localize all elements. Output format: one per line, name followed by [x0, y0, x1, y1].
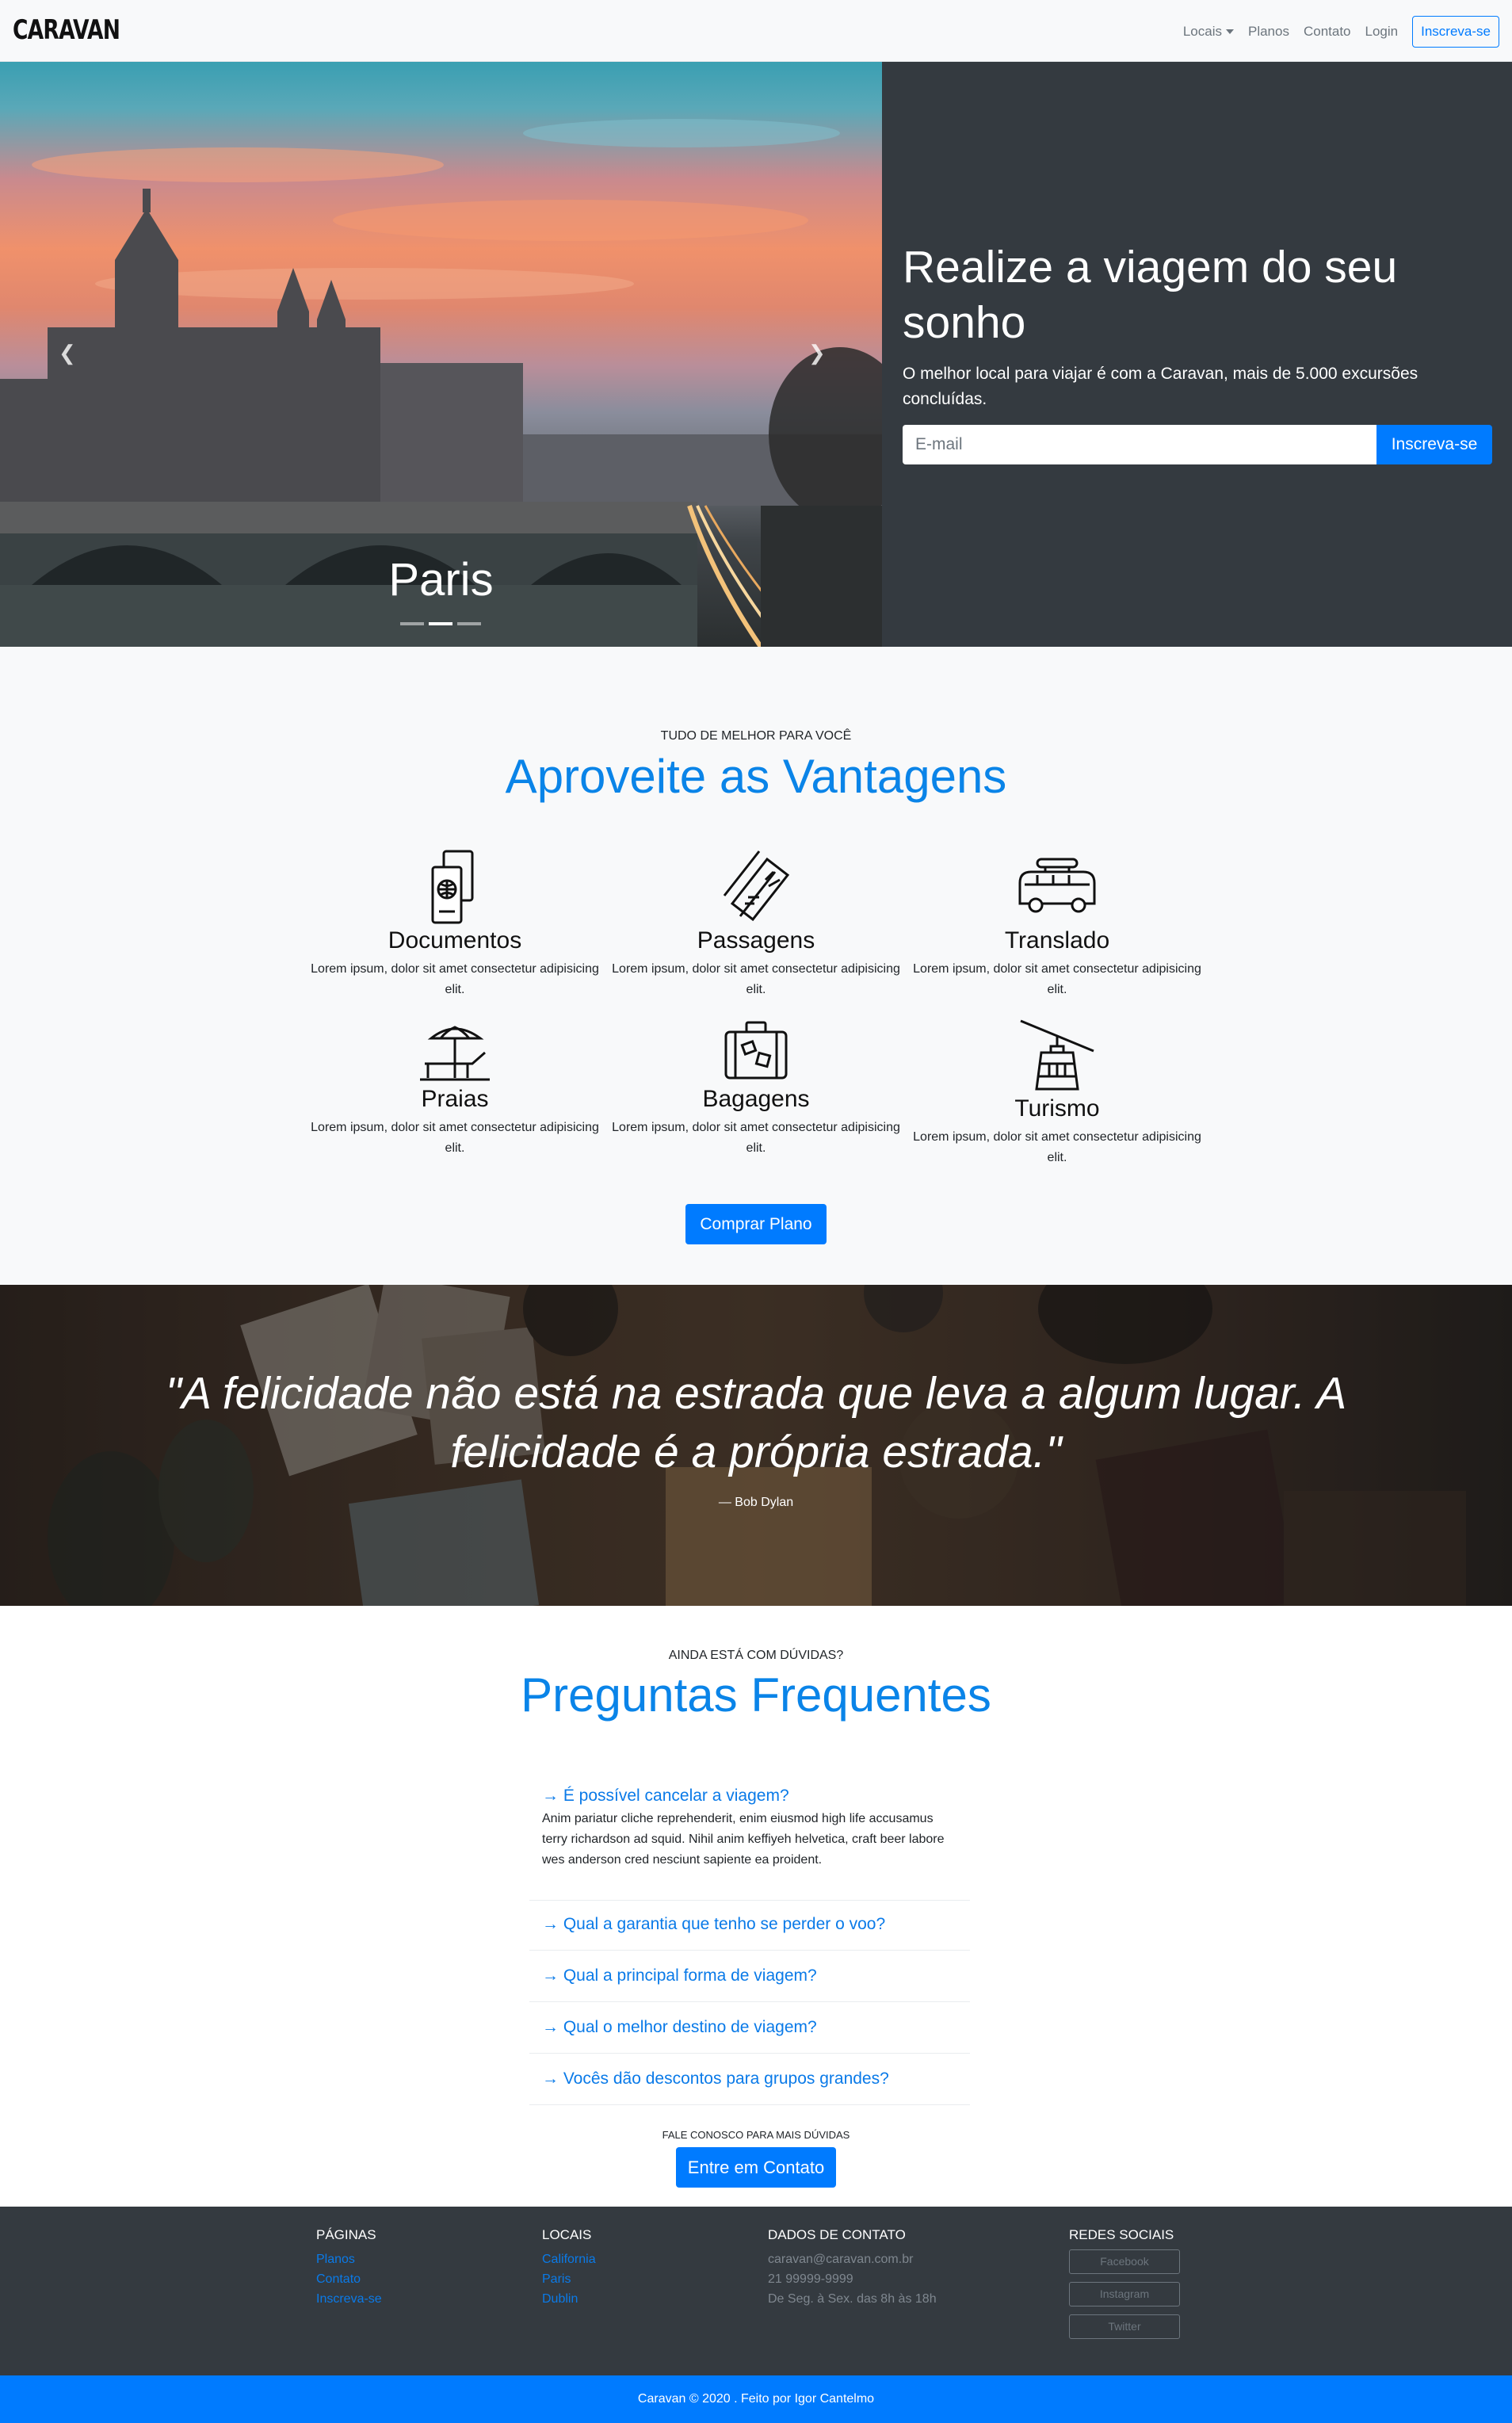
footer-link-planos[interactable]: Planos [316, 2249, 382, 2269]
carousel-indicator[interactable] [457, 622, 481, 625]
features-eyebrow: TUDO DE MELHOR PARA VOCÊ [660, 729, 852, 743]
feature-passagens: Passagens Lorem ipsum, dolor sit amet co… [605, 848, 907, 1000]
instagram-button[interactable]: Instagram [1069, 2282, 1180, 2306]
email-input[interactable] [903, 425, 1376, 464]
feature-title: Bagagens [702, 1086, 810, 1112]
nav-item-planos[interactable]: Planos [1248, 24, 1289, 40]
faq-eyebrow: AINDA ESTÁ COM DÚVIDAS? [668, 1649, 844, 1662]
quote-author: — Bob Dylan [718, 1496, 794, 1509]
nav-item-locais[interactable]: Locais [1183, 24, 1234, 40]
faq-item: → Vocês dão descontos para grupos grande… [529, 2054, 970, 2105]
contact-hours: De Seg. à Sex. das 8h às 18h [768, 2292, 937, 2306]
buy-plan-button[interactable]: Comprar Plano [685, 1204, 827, 1244]
quote-text: "A felicidade não está na estrada que le… [165, 1368, 1347, 1477]
contact-eyebrow: FALE CONOSCO PARA MAIS DÚVIDAS [662, 2129, 850, 2141]
faq-item: → É possível cancelar a viagem? Anim par… [529, 1774, 970, 1901]
footer-heading: REDES SOCIAIS [1069, 2227, 1174, 2242]
hero-carousel: ❮ ❯ Paris [0, 62, 882, 647]
footer-heading: PÁGINAS [316, 2227, 376, 2242]
carousel-indicators [400, 622, 481, 625]
feature-text: Lorem ipsum, dolor sit amet consectetur … [612, 1121, 900, 1155]
beach-umbrella-icon [420, 1026, 490, 1081]
navbar: CARAVAN Locais Planos Contato Login Insc… [0, 0, 1512, 62]
footer-link-california[interactable]: California [542, 2249, 596, 2269]
footer-heading: DADOS DE CONTATO [768, 2227, 906, 2242]
suitcase-icon [724, 1021, 788, 1080]
signup-nav-button[interactable]: Inscreva-se [1412, 16, 1499, 48]
carousel-indicator[interactable] [429, 622, 452, 625]
feature-bagagens: Bagagens Lorem ipsum, dolor sit amet con… [605, 1019, 907, 1159]
nav-item-contato[interactable]: Contato [1304, 24, 1351, 40]
footer-link-paris[interactable]: Paris [542, 2269, 596, 2289]
footer-link-contato[interactable]: Contato [316, 2269, 382, 2289]
hero-title: Realize a viagem do seu sonho [903, 242, 1398, 348]
feature-documentos: Documentos Lorem ipsum, dolor sit amet c… [304, 848, 605, 1000]
contact-button[interactable]: Entre em Contato [676, 2147, 836, 2188]
contact-email: caravan@caravan.com.br [768, 2253, 914, 2266]
faq-question[interactable]: → Qual a principal forma de viagem? [542, 1966, 957, 1985]
faq-question[interactable]: → Qual o melhor destino de viagem? [542, 2018, 957, 2037]
feature-title: Translado [1004, 927, 1110, 954]
feature-text: Lorem ipsum, dolor sit amet consectetur … [311, 1121, 599, 1155]
feature-title: Turismo [1014, 1095, 1100, 1122]
signup-submit-button[interactable]: Inscreva-se [1376, 425, 1492, 464]
faq-answer: Anim pariatur cliche reprehenderit, enim… [542, 1812, 945, 1867]
faq-accordion: → É possível cancelar a viagem? Anim par… [529, 1774, 970, 2105]
brand-logo[interactable]: CARAVAN [13, 14, 120, 46]
hero-subtitle: O melhor local para viajar é com a Carav… [903, 365, 1418, 408]
footer: PÁGINAS Planos Contato Inscreva-se LOCAI… [0, 2207, 1512, 2375]
faq-item: → Qual a principal forma de viagem? [529, 1951, 970, 2002]
ticket-icon [723, 850, 790, 922]
footer-link-dublin[interactable]: Dublin [542, 2289, 596, 2309]
nav-item-login[interactable]: Login [1365, 24, 1399, 40]
footer-heading: LOCAIS [542, 2227, 592, 2242]
faq-question[interactable]: → Vocês dão descontos para grupos grande… [542, 2069, 957, 2089]
footer-pages: PÁGINAS Planos Contato Inscreva-se [316, 2227, 382, 2309]
signup-form: Inscreva-se [903, 425, 1492, 464]
faq-item: → Qual a garantia que tenho se perder o … [529, 1901, 970, 1951]
footer-contact: DADOS DE CONTATO caravan@caravan.com.br … [768, 2227, 937, 2309]
feature-text: Lorem ipsum, dolor sit amet consectetur … [311, 962, 599, 996]
nav-menu: Locais Planos Contato Login Inscreva-se [1183, 16, 1499, 48]
feature-turismo: Turismo Lorem ipsum, dolor sit amet cons… [907, 1019, 1208, 1168]
carousel-caption: Paris [388, 554, 494, 606]
footer-social: REDES SOCIAIS Facebook Instagram Twitter [1069, 2227, 1180, 2347]
feature-text: Lorem ipsum, dolor sit amet consectetur … [913, 1130, 1201, 1164]
feature-translado: Translado Lorem ipsum, dolor sit amet co… [907, 848, 1208, 1000]
faq-section: AINDA ESTÁ COM DÚVIDAS? Preguntas Freque… [0, 1606, 1512, 2207]
feature-title: Praias [421, 1086, 489, 1112]
feature-praias: Praias Lorem ipsum, dolor sit amet conse… [304, 1019, 605, 1159]
feature-text: Lorem ipsum, dolor sit amet consectetur … [612, 962, 900, 996]
features-title: Aproveite as Vantagens [505, 750, 1007, 803]
facebook-button[interactable]: Facebook [1069, 2249, 1180, 2274]
cable-car-icon [1020, 1019, 1094, 1091]
faq-title: Preguntas Frequentes [521, 1668, 991, 1722]
quote-section: "A felicidade não está na estrada que le… [0, 1285, 1512, 1606]
nav-item-label: Locais [1182, 24, 1222, 39]
footer-link-inscreva-se[interactable]: Inscreva-se [316, 2289, 382, 2309]
footer-places: LOCAIS California Paris Dublin [542, 2227, 596, 2309]
feature-text: Lorem ipsum, dolor sit amet consectetur … [913, 962, 1201, 996]
hero-signup-panel: Realize a viagem do seu sonho O melhor l… [882, 62, 1512, 647]
carousel-indicator[interactable] [400, 622, 424, 625]
caret-down-icon [1225, 29, 1234, 34]
van-icon [1018, 858, 1096, 913]
faq-question[interactable]: → Qual a garantia que tenho se perder o … [542, 1915, 957, 1934]
faq-item: → Qual o melhor destino de viagem? [529, 2002, 970, 2054]
faq-question[interactable]: → É possível cancelar a viagem? [542, 1787, 957, 1806]
passport-icon [431, 850, 474, 924]
feature-title: Documentos [388, 927, 522, 954]
twitter-button[interactable]: Twitter [1069, 2314, 1180, 2339]
chevron-right-icon[interactable]: ❯ [808, 341, 826, 365]
chevron-left-icon[interactable]: ❮ [59, 341, 76, 365]
feature-title: Passagens [697, 927, 815, 954]
copyright-bar: Caravan © 2020 . Feito por Igor Cantelmo [0, 2375, 1512, 2423]
contact-phone: 21 99999-9999 [768, 2272, 853, 2286]
